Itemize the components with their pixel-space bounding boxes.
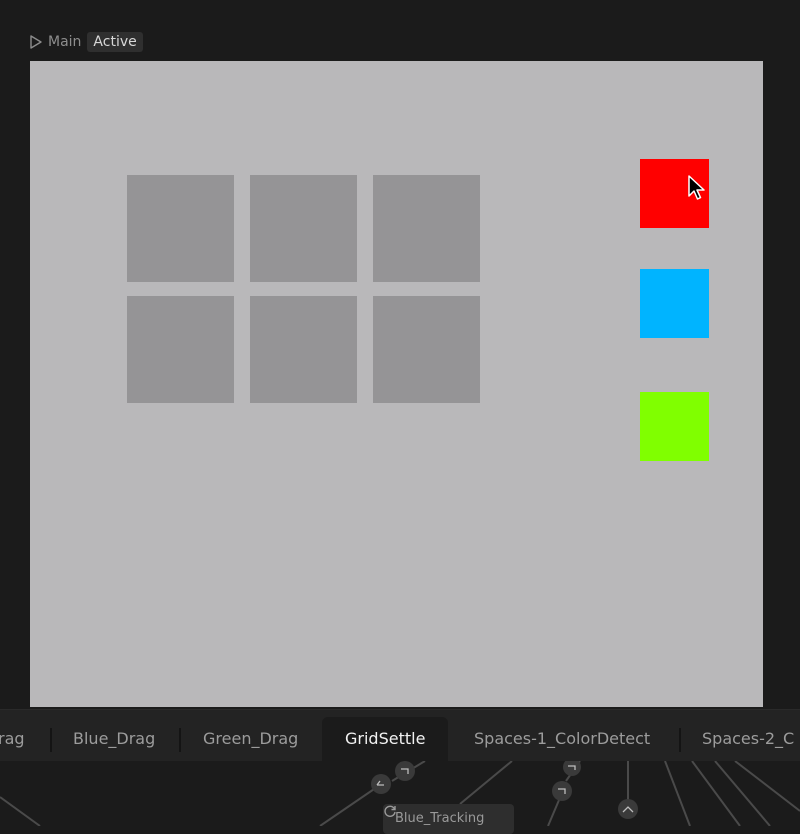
- tab-spaces-2[interactable]: Spaces-2_C: [702, 717, 794, 761]
- refresh-icon: [384, 805, 396, 817]
- tab-drag[interactable]: rag: [0, 717, 25, 761]
- tab-blue-drag[interactable]: Blue_Drag: [73, 717, 155, 761]
- preview-canvas[interactable]: [30, 61, 763, 707]
- blue-square[interactable]: [640, 269, 709, 338]
- main-label[interactable]: Main: [48, 34, 81, 50]
- grid-cell[interactable]: [250, 296, 357, 403]
- node-label: Blue_Tracking: [395, 811, 485, 826]
- graph-handle[interactable]: [395, 761, 415, 781]
- graph-handle[interactable]: [371, 774, 391, 794]
- grid-cell[interactable]: [373, 175, 480, 282]
- play-icon[interactable]: [30, 35, 42, 49]
- node-graph[interactable]: Blue_Tracking: [0, 761, 800, 834]
- tab-separator: [50, 728, 52, 752]
- scene-tab-bar: rag Blue_Drag Green_Drag GridSettle Spac…: [0, 709, 800, 762]
- grid-cell[interactable]: [127, 296, 234, 403]
- grid-cell[interactable]: [127, 175, 234, 282]
- graph-node-blue-tracking[interactable]: Blue_Tracking: [383, 804, 514, 834]
- grid-cell[interactable]: [373, 296, 480, 403]
- graph-handle[interactable]: [563, 761, 581, 776]
- header-bar: Main Active: [30, 30, 143, 54]
- graph-handle[interactable]: [552, 781, 572, 801]
- tab-spaces-1-colordetect[interactable]: Spaces-1_ColorDetect: [474, 717, 650, 761]
- pointer-cursor-icon: [688, 175, 705, 200]
- status-badge: Active: [87, 32, 143, 52]
- graph-handle[interactable]: [618, 799, 638, 819]
- tab-green-drag[interactable]: Green_Drag: [203, 717, 298, 761]
- grid-cell[interactable]: [250, 175, 357, 282]
- green-square[interactable]: [640, 392, 709, 461]
- tab-separator: [179, 728, 181, 752]
- tab-gridsettle[interactable]: GridSettle: [322, 717, 449, 761]
- tab-separator: [679, 728, 681, 752]
